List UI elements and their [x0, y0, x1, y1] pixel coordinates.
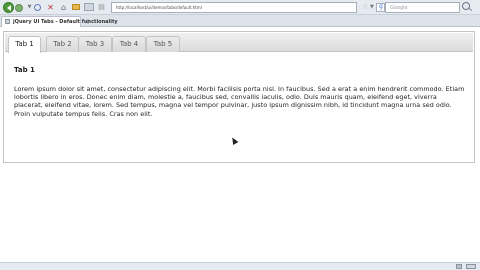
browser-tab-strip: jQuery UI Tabs - Default functionality + — [0, 15, 480, 27]
page-viewport: Tab 1 Tab 2 Tab 3 Tab 4 Tab 5 Tab 1 Lore… — [0, 28, 480, 270]
tab-3[interactable]: Tab 3 — [78, 36, 112, 52]
tabs-widget: Tab 1 Tab 2 Tab 3 Tab 4 Tab 5 Tab 1 Lore… — [3, 31, 475, 163]
lock-icon — [72, 4, 80, 10]
tab-1[interactable]: Tab 1 — [8, 36, 41, 53]
status-bar — [0, 262, 480, 270]
panel-heading: Tab 1 — [14, 66, 35, 74]
new-tab-button[interactable]: + — [83, 17, 93, 26]
back-arrow-icon[interactable] — [3, 2, 14, 13]
bookmarks-icon[interactable]: ▤ — [98, 4, 105, 11]
browser-tab-title: jQuery UI Tabs - Default functionality — [13, 19, 118, 25]
status-resize-icon[interactable] — [466, 264, 476, 269]
search-placeholder: Google — [390, 5, 408, 11]
forward-arrow-icon[interactable] — [15, 4, 23, 12]
url-dropdown-icon[interactable]: ▼ — [370, 4, 374, 10]
home-icon[interactable]: ⌂ — [60, 4, 67, 12]
tab-2[interactable]: Tab 2 — [46, 36, 79, 52]
reload-icon[interactable] — [34, 4, 41, 11]
stop-icon[interactable]: ✕ — [47, 4, 54, 12]
magnifier-icon[interactable] — [462, 2, 470, 10]
tabs-nav: Tab 1 Tab 2 Tab 3 Tab 4 Tab 5 — [5, 33, 473, 53]
search-input[interactable]: Google — [385, 2, 460, 13]
tab-panel: Tab 1 Lorem ipsum dolor sit amet, consec… — [14, 65, 466, 118]
address-bar[interactable]: http://localhost/ui/demos/tabs/default.h… — [111, 2, 357, 13]
search-engine-icon[interactable] — [376, 3, 385, 12]
favicon-icon — [5, 19, 10, 24]
browser-tab[interactable]: jQuery UI Tabs - Default functionality — [1, 16, 118, 27]
panel-text: Lorem ipsum dolor sit amet, consectetur … — [14, 85, 465, 118]
url-text: http://localhost/ui/demos/tabs/default.h… — [116, 5, 202, 10]
tab-5[interactable]: Tab 5 — [146, 36, 180, 52]
browser-toolbar: ▼ ✕ ⌂ ▤ http://localhost/ui/demos/tabs/d… — [0, 0, 480, 15]
site-identity-icon[interactable] — [84, 3, 94, 11]
star-icon[interactable]: ☆ — [362, 3, 368, 11]
history-dropdown-icon[interactable]: ▼ — [26, 4, 33, 11]
status-addon-icon[interactable] — [456, 264, 462, 269]
tab-4[interactable]: Tab 4 — [112, 36, 146, 52]
